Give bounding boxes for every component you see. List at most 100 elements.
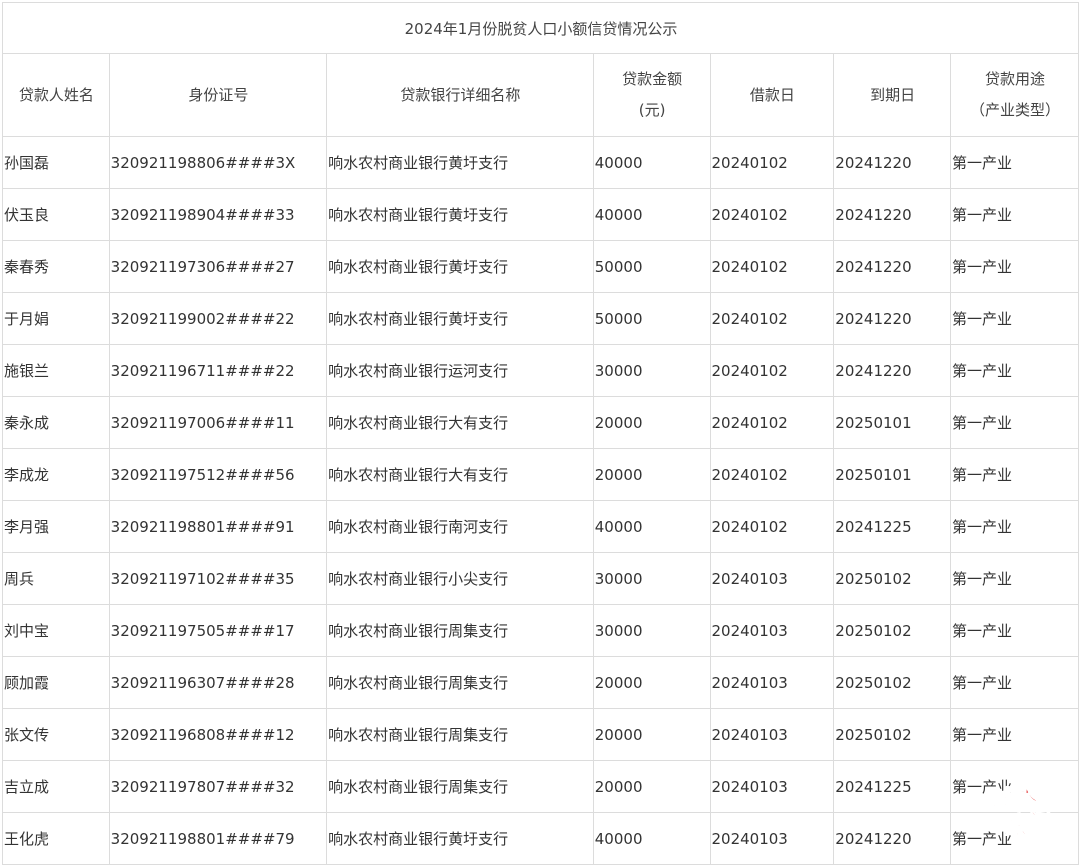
cell-amount: 50000	[592, 240, 711, 293]
header-loan-date: 借款日	[709, 53, 835, 137]
cell-purpose: 第一产业	[950, 656, 1079, 709]
cell-purpose: 第一产业	[950, 240, 1079, 293]
cell-amount: 40000	[592, 812, 711, 865]
cell-name: 刘中宝	[2, 604, 110, 657]
cell-amount: 40000	[592, 500, 711, 553]
cell-bank: 响水农村商业银行大有支行	[326, 396, 594, 449]
cell-name: 顾加霞	[2, 656, 110, 709]
cell-loan-date: 20240102	[709, 136, 835, 189]
cell-id: 320921197512####56	[108, 448, 328, 501]
cell-due-date: 20241225	[833, 500, 952, 553]
cell-amount: 20000	[592, 656, 711, 709]
cell-loan-date: 20240102	[709, 188, 835, 241]
cell-due-date: 20250102	[833, 552, 952, 605]
table-row: 伏玉良 320921198904####33 响水农村商业银行黄圩支行 40000 20…	[2, 188, 1079, 241]
cell-purpose: 第一产业	[950, 188, 1079, 241]
table-row: 于月娟 320921199002####22 响水农村商业银行黄圩支行 50000 20…	[2, 292, 1079, 345]
cell-name: 张文传	[2, 708, 110, 761]
cell-due-date: 20250102	[833, 656, 952, 709]
table-row: 王化虎 320921198801####79 响水农村商业银行黄圩支行 40000 20…	[2, 812, 1079, 865]
cell-bank: 响水农村商业银行黄圩支行	[326, 136, 594, 189]
cell-bank: 响水农村商业银行黄圩支行	[326, 188, 594, 241]
cell-amount: 20000	[592, 760, 711, 813]
cell-name: 李成龙	[2, 448, 110, 501]
cell-bank: 响水农村商业银行周集支行	[326, 604, 594, 657]
cell-name: 周兵	[2, 552, 110, 605]
header-purpose-label: 贷款用途	[985, 70, 1046, 88]
cell-purpose: 第一产业	[950, 396, 1079, 449]
cell-bank: 响水农村商业银行运河支行	[326, 344, 594, 397]
cell-id: 320921197807####32	[108, 760, 328, 813]
cell-amount: 30000	[592, 552, 711, 605]
cell-due-date: 20250102	[833, 708, 952, 761]
header-amount-label: 贷款金额	[622, 70, 683, 88]
cell-loan-date: 20240103	[709, 656, 835, 709]
cell-loan-date: 20240102	[709, 240, 835, 293]
table-row: 施银兰 320921196711####22 响水农村商业银行运河支行 30000 20…	[2, 344, 1079, 397]
cell-due-date: 20250102	[833, 604, 952, 657]
header-id: 身份证号	[108, 53, 328, 137]
cell-due-date: 20241220	[833, 188, 952, 241]
cell-id: 320921198904####33	[108, 188, 328, 241]
cell-purpose: 第一产业	[950, 812, 1079, 865]
cell-bank: 响水农村商业银行黄圩支行	[326, 292, 594, 345]
cell-id: 320921199002####22	[108, 292, 328, 345]
cell-purpose: 第一产业	[950, 552, 1079, 605]
cell-loan-date: 20240102	[709, 344, 835, 397]
cell-name: 孙国磊	[2, 136, 110, 189]
cell-loan-date: 20240103	[709, 708, 835, 761]
table-row: 李月强 320921198801####91 响水农村商业银行南河支行 40000 20…	[2, 500, 1079, 553]
cell-bank: 响水农村商业银行小尖支行	[326, 552, 594, 605]
cell-id: 320921198801####91	[108, 500, 328, 553]
cell-purpose: 第一产业	[950, 292, 1079, 345]
cell-name: 吉立成	[2, 760, 110, 813]
cell-purpose: 第一产业	[950, 760, 1079, 813]
cell-name: 王化虎	[2, 812, 110, 865]
cell-amount: 20000	[592, 448, 711, 501]
cell-name: 秦永成	[2, 396, 110, 449]
cell-purpose: 第一产业	[950, 136, 1079, 189]
cell-amount: 20000	[592, 708, 711, 761]
cell-id: 320921197006####11	[108, 396, 328, 449]
table-row: 顾加霞 320921196307####28 响水农村商业银行周集支行 20000 20…	[2, 656, 1079, 709]
cell-purpose: 第一产业	[950, 344, 1079, 397]
header-amount-unit: (元)	[638, 101, 666, 119]
cell-amount: 40000	[592, 188, 711, 241]
table-row: 秦永成 320921197006####11 响水农村商业银行大有支行 20000 20…	[2, 396, 1079, 449]
header-amount: 贷款金额 (元)	[592, 53, 711, 137]
cell-due-date: 20241220	[833, 812, 952, 865]
cell-amount: 20000	[592, 396, 711, 449]
cell-bank: 响水农村商业银行周集支行	[326, 656, 594, 709]
cell-purpose: 第一产业	[950, 604, 1079, 657]
cell-id: 320921196307####28	[108, 656, 328, 709]
cell-id: 320921196808####12	[108, 708, 328, 761]
header-bank: 贷款银行详细名称	[326, 53, 594, 137]
table-row: 吉立成 320921197807####32 响水农村商业银行周集支行 20000 20…	[2, 760, 1079, 813]
cell-loan-date: 20240103	[709, 604, 835, 657]
cell-bank: 响水农村商业银行周集支行	[326, 708, 594, 761]
cell-amount: 30000	[592, 604, 711, 657]
cell-id: 320921197505####17	[108, 604, 328, 657]
cell-id: 320921196711####22	[108, 344, 328, 397]
cell-due-date: 20241220	[833, 344, 952, 397]
cell-due-date: 20250101	[833, 396, 952, 449]
cell-loan-date: 20240103	[709, 552, 835, 605]
cell-amount: 50000	[592, 292, 711, 345]
table-row: 刘中宝 320921197505####17 响水农村商业银行周集支行 30000 20…	[2, 604, 1079, 657]
cell-loan-date: 20240103	[709, 812, 835, 865]
cell-loan-date: 20240103	[709, 760, 835, 813]
header-name: 贷款人姓名	[2, 53, 110, 137]
table-row: 周兵 320921197102####35 响水农村商业银行小尖支行 30000 202…	[2, 552, 1079, 605]
table-row: 秦春秀 320921197306####27 响水农村商业银行黄圩支行 50000 20…	[2, 240, 1079, 293]
cell-due-date: 20241220	[833, 292, 952, 345]
cell-loan-date: 20240102	[709, 292, 835, 345]
cell-bank: 响水农村商业银行周集支行	[326, 760, 594, 813]
cell-id: 320921197102####35	[108, 552, 328, 605]
cell-name: 秦春秀	[2, 240, 110, 293]
header-row: 贷款人姓名 身份证号 贷款银行详细名称 贷款金额 (元) 借款日 到期日 贷款用途…	[2, 53, 1079, 137]
cell-due-date: 20241220	[833, 240, 952, 293]
table-row: 李成龙 320921197512####56 响水农村商业银行大有支行 20000 20…	[2, 448, 1079, 501]
header-due-date: 到期日	[833, 53, 952, 137]
cell-id: 320921198801####79	[108, 812, 328, 865]
cell-id: 320921197306####27	[108, 240, 328, 293]
